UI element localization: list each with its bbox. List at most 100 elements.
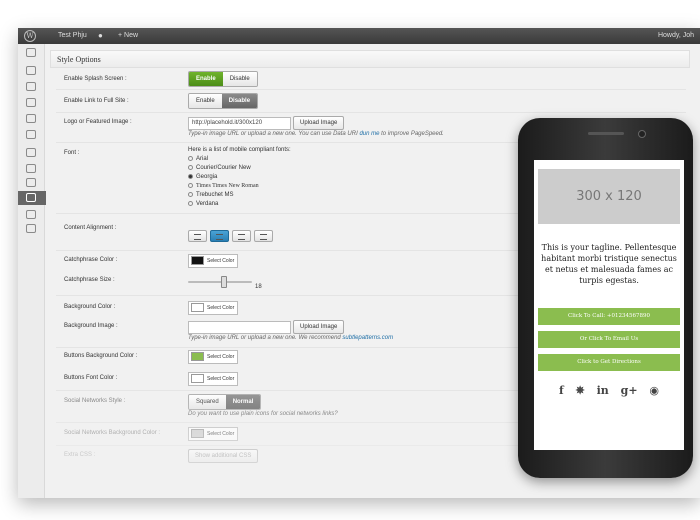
select-color-label: Select Color — [207, 305, 235, 311]
font-intro: Here is a list of mobile compliant fonts… — [188, 147, 291, 153]
linkedin-icon[interactable]: in — [597, 384, 609, 397]
buttons-font-label: Buttons Font Color : — [64, 375, 118, 381]
font-option-courier[interactable]: Courier/Courier New — [188, 165, 251, 171]
splash-disable-button[interactable]: Disable — [222, 72, 257, 86]
font-option-trebuchet[interactable]: Trebuchet MS — [188, 192, 233, 198]
call-button[interactable]: Click To Call: +01234567890 — [538, 308, 680, 325]
radio-icon[interactable] — [188, 192, 193, 197]
align-left-button[interactable] — [188, 230, 207, 242]
links-icon[interactable] — [26, 98, 36, 107]
placeholder-image: 300 x 120 — [538, 169, 680, 224]
font-option-georgia[interactable]: Georgia — [188, 174, 217, 180]
fullsite-label: Enable Link to Full Site : — [64, 98, 129, 104]
social-normal-button[interactable]: Normal — [225, 395, 261, 409]
email-button[interactable]: Or Click To Email Us — [538, 331, 680, 348]
font-option-times[interactable]: Times Times New Roman — [188, 183, 259, 189]
catchphrase-size-slider[interactable] — [188, 281, 252, 283]
show-extra-css-button[interactable]: Show additional CSS — [188, 449, 259, 463]
bg-color-picker[interactable]: Select Color — [188, 301, 239, 315]
font-option-label: Arial — [196, 156, 209, 162]
buttons-bg-label: Buttons Background Color : — [64, 353, 138, 359]
social-squared-button[interactable]: Squared — [189, 395, 226, 409]
tools-icon[interactable] — [26, 224, 36, 233]
radio-icon[interactable] — [188, 165, 193, 170]
site-name-link[interactable]: Test Phju — [58, 28, 87, 44]
howdy-user[interactable]: Howdy, Joh — [658, 28, 694, 44]
color-swatch — [191, 352, 204, 361]
bg-image-input[interactable] — [188, 321, 291, 334]
logo-label: Logo or Featured Image : — [64, 119, 132, 125]
logo-hint-text: Type-in image URL or upload a new one. Y… — [188, 131, 358, 137]
splash-toggle: Enable Disable — [188, 71, 258, 87]
mobile-plugin-menu-item[interactable] — [18, 191, 46, 205]
bg-image-hint-text: Type-in image URL or upload a new one. W… — [188, 335, 341, 341]
catchphrase-color-picker[interactable]: Select Color — [188, 254, 239, 268]
font-option-verdana[interactable]: Verdana — [188, 201, 218, 207]
pages-icon[interactable] — [26, 114, 36, 123]
buttons-bg-color-picker[interactable]: Select Color — [188, 350, 239, 364]
social-bg-color-picker[interactable]: Select Color — [188, 427, 239, 441]
splash-enable-button[interactable]: Enable — [189, 72, 223, 86]
bg-image-upload-button[interactable]: Upload Image — [293, 320, 345, 334]
radio-selected-icon[interactable] — [188, 174, 193, 179]
color-swatch — [191, 303, 204, 312]
phone-preview: 300 x 120 This is your tagline. Pellente… — [518, 118, 693, 478]
radio-icon[interactable] — [188, 201, 193, 206]
new-content-link[interactable]: + New — [118, 28, 138, 44]
google-plus-icon[interactable]: g+ — [621, 384, 638, 397]
buttons-font-color-picker[interactable]: Select Color — [188, 372, 239, 386]
splash-label: Enable Splash Screen : — [64, 76, 127, 82]
section-title: Style Options — [50, 50, 690, 68]
social-style-label: Social Networks Style : — [64, 398, 126, 404]
catchphrase-size-value: 18 — [255, 284, 262, 290]
logo-url-input[interactable]: http://placehold.it/300x120 — [188, 117, 291, 130]
dashboard-icon[interactable] — [26, 48, 36, 57]
mobile-icon — [26, 193, 36, 202]
subtlepatterns-link[interactable]: subtlepatterns.com — [342, 335, 393, 341]
browser-frame: W Test Phju ● + New Howdy, Joh Style Opt… — [18, 28, 700, 498]
comments-icon[interactable] — [26, 130, 36, 139]
select-color-label: Select Color — [207, 431, 235, 437]
facebook-icon[interactable]: f — [559, 384, 564, 397]
color-swatch — [191, 429, 204, 438]
admin-bar: W Test Phju ● + New Howdy, Joh — [18, 28, 700, 44]
social-icons: f ✵ in g+ ◉ — [534, 384, 684, 398]
radio-icon[interactable] — [188, 183, 193, 188]
media-icon[interactable] — [26, 82, 36, 91]
font-option-label: Verdana — [196, 201, 219, 207]
align-center-button[interactable] — [210, 230, 229, 242]
slider-handle[interactable] — [221, 276, 228, 288]
dataurl-link[interactable]: dun me — [359, 131, 379, 137]
posts-icon[interactable] — [26, 66, 36, 75]
fullsite-toggle: Enable Disable — [188, 93, 259, 109]
comment-icon[interactable]: ● — [98, 28, 103, 44]
phone-speaker — [588, 132, 624, 135]
bg-image-hint: Type-in image URL or upload a new one. W… — [188, 335, 508, 341]
github-icon[interactable]: ◉ — [649, 384, 659, 397]
social-style-hint: Do you want to use plain icons for socia… — [188, 411, 338, 417]
settings-icon[interactable] — [26, 210, 36, 219]
font-label: Font : — [64, 150, 80, 156]
catchphrase-color-label: Catchphrase Color : — [64, 257, 118, 263]
fullsite-disable-button[interactable]: Disable — [221, 94, 258, 108]
wordpress-logo-icon[interactable]: W — [24, 30, 36, 42]
align-right-button[interactable] — [232, 230, 251, 242]
select-color-label: Select Color — [207, 258, 235, 264]
social-bg-label: Social Networks Background Color : — [64, 430, 161, 436]
logo-hint-text-end: to improve PageSpeed. — [381, 131, 444, 137]
users-icon[interactable] — [26, 178, 36, 187]
fullsite-enable-button[interactable]: Enable — [189, 94, 222, 108]
directions-button[interactable]: Click to Get Directions — [538, 354, 680, 371]
twitter-icon[interactable]: ✵ — [576, 384, 585, 397]
color-swatch — [191, 256, 204, 265]
phone-tagline: This is your tagline. Pellentesque habit… — [541, 243, 677, 285]
radio-icon[interactable] — [188, 156, 193, 161]
font-option-arial[interactable]: Arial — [188, 156, 208, 162]
appearance-icon[interactable] — [26, 148, 36, 157]
phone-screen: 300 x 120 This is your tagline. Pellente… — [534, 160, 684, 450]
plugins-icon[interactable] — [26, 164, 36, 173]
logo-upload-button[interactable]: Upload Image — [293, 116, 345, 130]
divider — [56, 112, 686, 113]
catchphrase-size-label: Catchphrase Size : — [64, 277, 115, 283]
align-justify-button[interactable] — [254, 230, 273, 242]
